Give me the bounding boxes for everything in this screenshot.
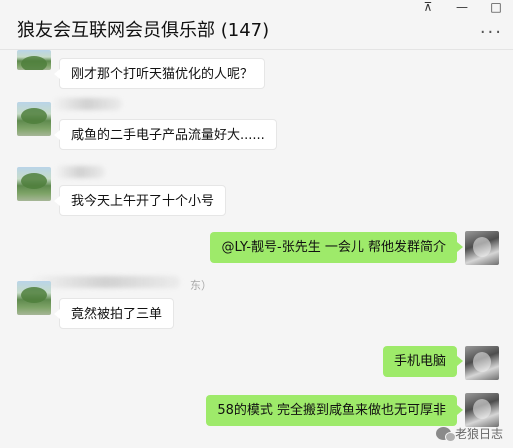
message-bubble[interactable]: 竟然被拍了三单 (53, 298, 175, 329)
avatar[interactable] (465, 393, 499, 427)
minimize-button[interactable]: — (445, 0, 479, 16)
message-bubble[interactable]: 我今天上午开了十个小号 (53, 185, 227, 216)
message-bubble[interactable]: 刚才那个打听天猫优化的人呢？ (53, 58, 266, 89)
more-options-icon[interactable]: ··· (480, 22, 503, 43)
watermark: 老狼日志 (435, 425, 503, 442)
message-list[interactable]: 刚才那个打听天猫优化的人呢？ 咸鱼的二手电子产品流量好大...... 我今天上午… (0, 50, 513, 448)
avatar[interactable] (17, 102, 51, 136)
sender-name-suffix: 东） (190, 279, 212, 292)
maximize-button[interactable]: □ (479, 0, 513, 16)
avatar[interactable] (17, 281, 51, 315)
sender-name (52, 98, 122, 110)
message-bubble[interactable]: 手机电脑 (382, 346, 464, 377)
sender-name (30, 276, 180, 288)
message-bubble[interactable]: 咸鱼的二手电子产品流量好大...... (54, 119, 277, 150)
avatar[interactable] (465, 231, 499, 265)
group-title: 狼友会互联网会员俱乐部 (147) (17, 20, 270, 41)
pin-icon[interactable]: ⊼ (411, 0, 445, 16)
sender-name (55, 166, 105, 178)
avatar[interactable] (17, 167, 51, 201)
window-controls: ⊼ — □ (411, 0, 513, 16)
avatar[interactable] (17, 50, 51, 70)
wechat-official-account-icon (435, 427, 456, 442)
avatar[interactable] (465, 346, 499, 380)
watermark-text: 老狼日志 (454, 427, 503, 441)
message-bubble[interactable]: @LY-靓号-张先生 一会儿 帮他发群简介 (210, 232, 463, 263)
message-bubble[interactable]: 58的模式 完全搬到咸鱼来做也无可厚非 (206, 395, 463, 426)
chat-header: 狼友会互联网会员俱乐部 (147) ⊼ — □ ··· (0, 0, 513, 50)
